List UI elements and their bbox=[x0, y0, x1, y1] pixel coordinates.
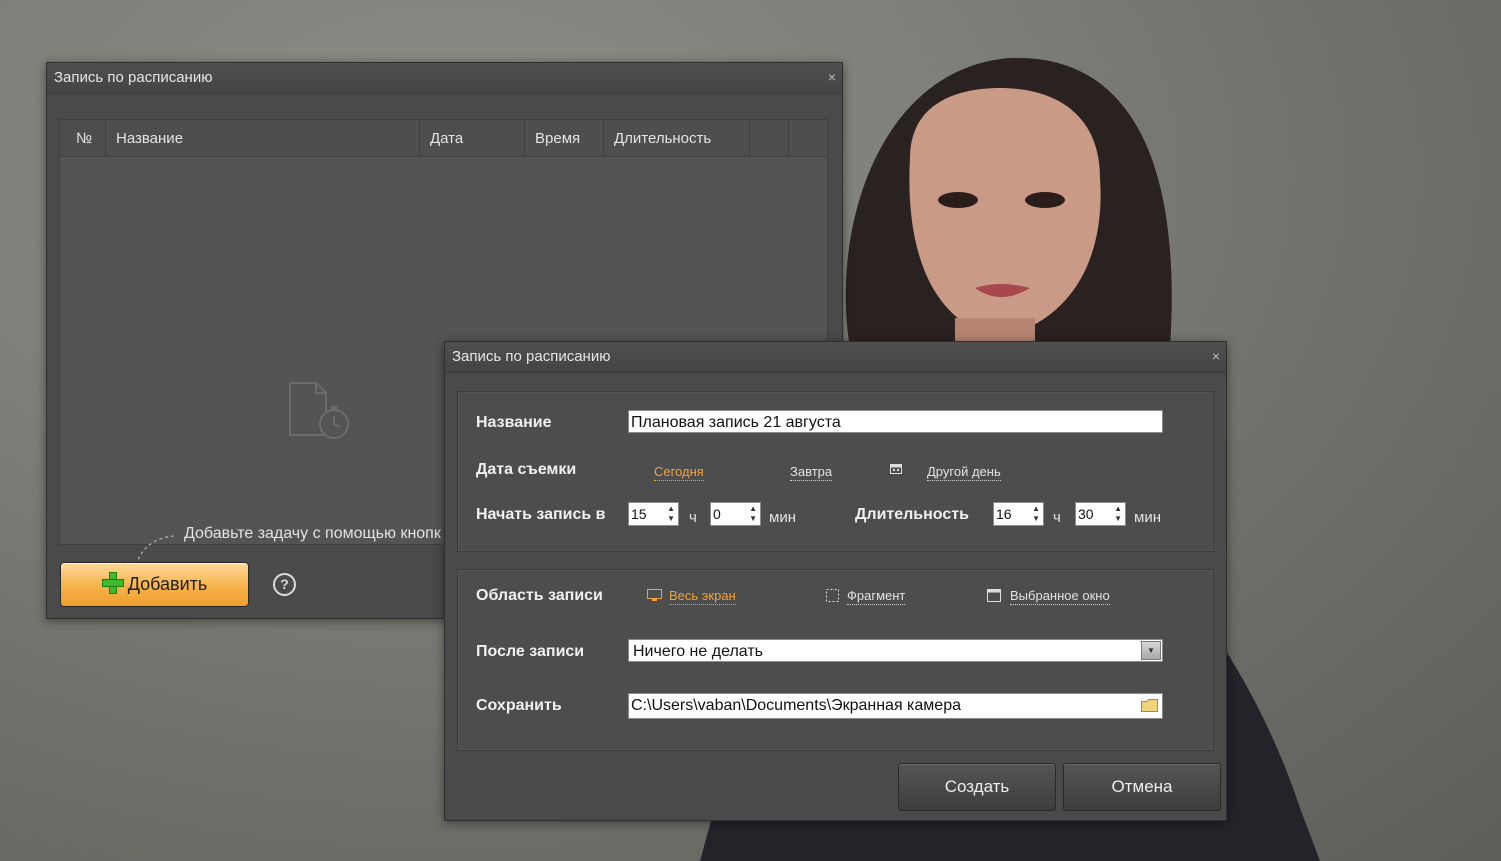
add-button-label: Добавить bbox=[127, 574, 208, 594]
name-input[interactable]: Плановая запись 21 августа bbox=[628, 410, 1163, 433]
after-record-label: После записи bbox=[476, 643, 585, 660]
after-record-value: Ничего не делать bbox=[633, 643, 763, 660]
schedule-record-dialog: Запись по расписанию × Название Плановая… bbox=[444, 341, 1227, 821]
create-button[interactable]: Создать bbox=[898, 763, 1056, 811]
save-path-value: C:\Users\vaban\Documents\Экранная камера bbox=[631, 697, 961, 714]
name-label: Название bbox=[476, 414, 552, 431]
save-label: Сохранить bbox=[476, 697, 562, 714]
duration-hours-spinner[interactable]: 16 ▲ ▼ bbox=[993, 502, 1044, 526]
monitor-icon bbox=[647, 589, 662, 601]
duration-hours-value: 16 bbox=[996, 506, 1012, 522]
duration-minutes-value: 30 bbox=[1078, 506, 1094, 522]
column-header-time[interactable]: Время bbox=[525, 120, 604, 156]
window-title: Запись по расписанию bbox=[47, 63, 842, 94]
spinner-arrows-icon[interactable]: ▲ ▼ bbox=[667, 504, 675, 524]
date-option-other-day[interactable]: Другой день bbox=[927, 464, 1001, 481]
plus-icon bbox=[101, 572, 124, 594]
column-header-date[interactable]: Дата bbox=[420, 120, 525, 156]
minutes-unit: мин bbox=[769, 509, 796, 526]
start-minutes-spinner[interactable]: 0 ▲ ▼ bbox=[710, 502, 761, 526]
table-header: № Название Дата Время Длительность bbox=[60, 120, 827, 157]
hours-unit: ч bbox=[689, 509, 697, 526]
hours-unit: ч bbox=[1053, 509, 1061, 526]
area-option-full-screen[interactable]: Весь экран bbox=[669, 588, 736, 605]
calendar-icon bbox=[890, 464, 902, 474]
folder-icon[interactable] bbox=[1141, 699, 1158, 712]
area-option-fragment[interactable]: Фрагмент bbox=[847, 588, 906, 605]
schedule-settings-group: Название Плановая запись 21 августа Дата… bbox=[457, 391, 1214, 552]
empty-hint-text: Добавьте задачу с помощью кнопк bbox=[184, 525, 441, 542]
date-label: Дата съемки bbox=[476, 461, 577, 478]
window-icon bbox=[987, 589, 1001, 602]
spinner-arrows-icon[interactable]: ▲ ▼ bbox=[1114, 504, 1122, 524]
start-minutes-value: 0 bbox=[713, 506, 721, 522]
spinner-arrows-icon[interactable]: ▲ ▼ bbox=[1032, 504, 1040, 524]
dialog-title: Запись по расписанию bbox=[445, 342, 1226, 373]
fragment-icon bbox=[826, 589, 839, 602]
close-icon[interactable]: × bbox=[828, 63, 836, 91]
column-header-extra bbox=[750, 120, 789, 156]
cancel-button[interactable]: Отмена bbox=[1063, 763, 1221, 811]
date-option-tomorrow[interactable]: Завтра bbox=[790, 464, 833, 481]
save-path-input[interactable]: C:\Users\vaban\Documents\Экранная камера bbox=[628, 693, 1163, 719]
help-icon[interactable]: ? bbox=[273, 573, 296, 596]
add-button[interactable]: Добавить bbox=[60, 562, 249, 607]
column-header-duration[interactable]: Длительность bbox=[604, 120, 750, 156]
spinner-arrows-icon[interactable]: ▲ ▼ bbox=[749, 504, 757, 524]
column-header-number[interactable]: № bbox=[60, 120, 106, 156]
minutes-unit: мин bbox=[1134, 509, 1161, 526]
empty-schedule-icon bbox=[289, 382, 349, 439]
area-option-selected-window[interactable]: Выбранное окно bbox=[1010, 588, 1110, 605]
column-header-name[interactable]: Название bbox=[106, 120, 420, 156]
start-hours-spinner[interactable]: 15 ▲ ▼ bbox=[628, 502, 679, 526]
duration-label: Длительность bbox=[855, 506, 969, 523]
area-label: Область записи bbox=[476, 587, 603, 604]
start-hours-value: 15 bbox=[631, 506, 647, 522]
close-icon[interactable]: × bbox=[1212, 342, 1220, 370]
after-record-select[interactable]: Ничего не делать ▼ bbox=[628, 639, 1163, 662]
date-option-today[interactable]: Сегодня bbox=[654, 464, 704, 481]
duration-minutes-spinner[interactable]: 30 ▲ ▼ bbox=[1075, 502, 1126, 526]
chevron-down-icon[interactable]: ▼ bbox=[1141, 641, 1161, 660]
start-label: Начать запись в bbox=[476, 506, 606, 523]
output-settings-group: Область записи Весь экран Фрагмент Выбра… bbox=[457, 569, 1214, 751]
